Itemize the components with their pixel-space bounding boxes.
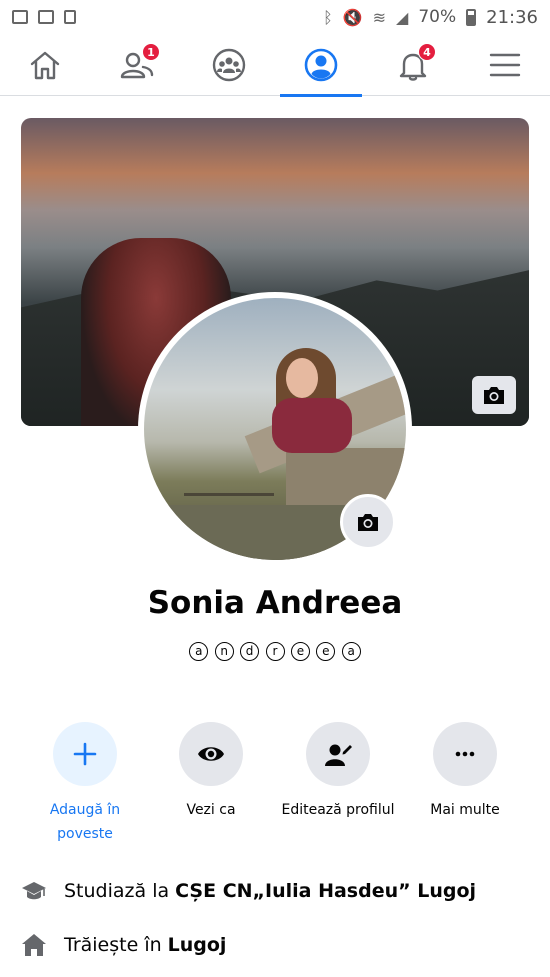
more-label: Mai multe (430, 802, 500, 818)
wifi-icon: ≋ (372, 7, 387, 27)
view-as-circle (179, 722, 243, 786)
edit-cover-button[interactable] (472, 376, 516, 414)
tab-notifications[interactable]: 4 (378, 34, 448, 96)
gallery-icon (12, 10, 28, 24)
more-circle (433, 722, 497, 786)
bluetooth-icon: ᛒ (323, 7, 333, 27)
add-to-story-button[interactable]: Adaugă în poveste (20, 722, 150, 846)
tab-groups[interactable] (194, 34, 264, 96)
edit-profile-circle (306, 722, 370, 786)
more-button[interactable]: Mai multe (400, 722, 530, 822)
photo-body (272, 398, 352, 453)
battery-percent: 70% (418, 7, 457, 27)
nickname-letter: e (316, 642, 336, 661)
add-to-story-label-line1: Adaugă în (49, 802, 121, 818)
battery-icon (466, 8, 477, 26)
camera-icon (484, 387, 504, 404)
clock: 21:36 (486, 6, 538, 28)
edit-profile-label: Editează profilul (281, 802, 395, 818)
house-icon (20, 931, 48, 959)
tab-profile[interactable] (280, 34, 362, 97)
profile-nickname: a n d r e e a (0, 640, 550, 661)
lives-in-place[interactable]: Lugoj (168, 934, 227, 956)
notifications-badge: 4 (418, 43, 436, 61)
view-as-button[interactable]: Vezi ca (146, 722, 276, 822)
edit-profile-picture-button[interactable] (340, 494, 396, 550)
profile-actions: Adaugă în poveste Vezi ca Editează profi… (0, 722, 550, 842)
nickname-letter: a (341, 642, 361, 661)
menu-icon (489, 53, 521, 77)
status-bar: ᛒ 🔇 ≋ ◢ 70% 21:36 (0, 0, 550, 34)
mail-icon (38, 10, 54, 24)
nickname-letter: e (290, 642, 310, 661)
plus-icon (73, 742, 97, 766)
nickname-letter: n (214, 642, 234, 661)
document-icon (64, 10, 76, 24)
tab-friends[interactable]: 1 (102, 34, 172, 96)
view-as-label: Vezi ca (186, 802, 236, 818)
photo-face (286, 358, 318, 398)
status-notifications (12, 10, 76, 24)
add-to-story-circle (53, 722, 117, 786)
signal-icon: ◢ (396, 7, 409, 27)
graduation-cap-icon (20, 877, 48, 905)
eye-icon (198, 747, 224, 761)
camera-icon (358, 514, 378, 531)
tab-menu[interactable] (470, 34, 540, 96)
more-icon (455, 751, 475, 757)
lives-in-prefix: Trăiește în (64, 934, 162, 956)
nickname-letter: r (265, 642, 285, 661)
lives-in-row[interactable]: Trăiește în Lugoj (20, 931, 540, 959)
home-icon (30, 51, 60, 80)
education-place[interactable]: CȘE CN„Iulia Hasdeu” Lugoj (175, 880, 476, 902)
status-system: ᛒ 🔇 ≋ ◢ 70% 21:36 (323, 7, 538, 28)
add-to-story-label: Adaugă în poveste (20, 798, 150, 846)
mute-icon: 🔇 (342, 7, 363, 27)
education-row[interactable]: Studiază la CȘE CN„Iulia Hasdeu” Lugoj (20, 877, 540, 905)
nickname-letter: a (189, 642, 209, 661)
friends-badge: 1 (142, 43, 160, 61)
edit-profile-button[interactable]: Editează profilul (273, 722, 403, 822)
education-prefix: Studiază la (64, 880, 170, 902)
tab-home[interactable] (10, 34, 80, 96)
profile-icon (304, 48, 338, 82)
add-to-story-label-line2: poveste (57, 826, 113, 842)
profile-name: Sonia Andreea (147, 585, 403, 621)
edit-profile-icon (325, 744, 352, 766)
groups-icon (212, 48, 246, 82)
nickname-letter: d (240, 642, 260, 661)
photo-bridge (184, 493, 274, 505)
top-nav: 1 4 (0, 34, 550, 97)
